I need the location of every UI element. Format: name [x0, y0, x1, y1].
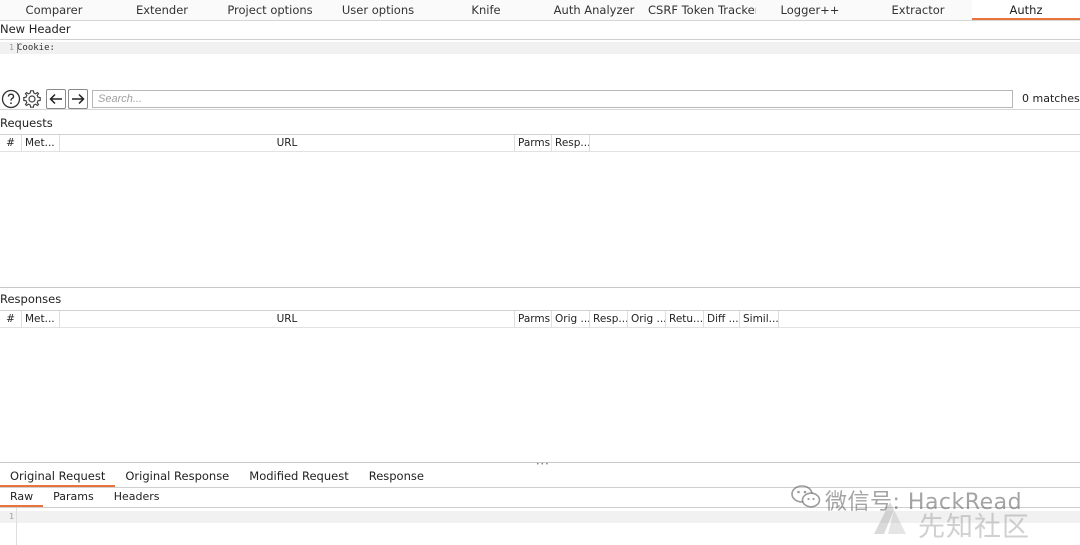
tab-comparer[interactable]: Comparer	[0, 0, 108, 20]
tab-extractor[interactable]: Extractor	[864, 0, 972, 20]
column-header-index[interactable]: #	[0, 311, 22, 328]
tab-original-response[interactable]: Original Response	[115, 467, 239, 487]
tab-user-options[interactable]: User options	[324, 0, 432, 20]
tab-csrf-token-tracker[interactable]: CSRF Token Tracker	[648, 0, 756, 20]
message-tab-bar: Original Request Original Response Modif…	[0, 467, 434, 487]
header-editor[interactable]: 1 Cookie:	[0, 39, 1080, 87]
column-header-method[interactable]: Met...	[22, 135, 60, 152]
column-header-diff[interactable]: Diff ...	[704, 311, 740, 328]
tab-response[interactable]: Response	[359, 467, 434, 487]
text-caret	[17, 43, 18, 53]
watermark-xianzhi: 先知社区	[918, 512, 1030, 543]
tab-raw[interactable]: Raw	[0, 488, 44, 507]
column-header-return[interactable]: Retu...	[666, 311, 704, 328]
column-header-parms[interactable]: Parms	[515, 311, 552, 328]
requests-title: Requests	[0, 116, 53, 130]
responses-title: Responses	[0, 292, 62, 306]
requests-table-header: # Met... URL Parms Resp...	[0, 134, 1080, 152]
column-header-original-length[interactable]: Orig ...	[628, 311, 666, 328]
column-header-parms[interactable]: Parms	[515, 135, 552, 152]
tab-auth-analyzer[interactable]: Auth Analyzer	[540, 0, 648, 20]
tab-extender[interactable]: Extender	[108, 0, 216, 20]
wechat-logo-icon	[790, 484, 822, 513]
tab-logger[interactable]: Logger++	[756, 0, 864, 20]
new-header-title: New Header	[0, 22, 71, 36]
column-header-method[interactable]: Met...	[22, 311, 60, 328]
tab-params[interactable]: Params	[43, 488, 104, 507]
responses-table-body[interactable]	[0, 329, 1080, 462]
help-icon	[1, 89, 21, 109]
column-header-url[interactable]: URL	[60, 135, 515, 152]
column-header-original-response[interactable]: Orig ...	[552, 311, 590, 328]
previous-match-button[interactable]	[46, 89, 66, 109]
column-header-response[interactable]: Resp...	[590, 311, 628, 328]
tab-authz[interactable]: Authz	[972, 0, 1080, 20]
responses-table-header: # Met... URL Parms Orig ... Resp... Orig…	[0, 310, 1080, 328]
line-number: 1	[9, 512, 14, 521]
column-header-index[interactable]: #	[0, 135, 22, 152]
top-tab-bar: Comparer Extender Project options User o…	[0, 0, 1080, 21]
column-header-similarity[interactable]: Simil...	[740, 311, 779, 328]
tab-headers[interactable]: Headers	[104, 488, 170, 507]
match-count: 0 matches	[1022, 92, 1080, 105]
split-divider[interactable]	[0, 287, 1080, 288]
tab-modified-request[interactable]: Modified Request	[239, 467, 358, 487]
requests-table-body[interactable]	[0, 153, 1080, 286]
settings-button[interactable]	[22, 89, 42, 109]
column-header-url[interactable]: URL	[60, 311, 515, 328]
arrow-right-icon	[72, 93, 85, 105]
header-code-text[interactable]: Cookie:	[17, 42, 55, 54]
help-button[interactable]	[1, 89, 21, 109]
arrow-left-icon	[49, 93, 62, 105]
tab-knife[interactable]: Knife	[432, 0, 540, 20]
column-header-response[interactable]: Resp...	[552, 135, 590, 152]
next-match-button[interactable]	[68, 89, 88, 109]
search-bar: 0 matches	[0, 88, 1080, 110]
view-tab-bar: Raw Params Headers	[0, 488, 170, 507]
search-input[interactable]	[92, 90, 1013, 108]
gutter-separator	[16, 508, 17, 545]
splitter-grip-icon[interactable]: •••	[536, 462, 549, 468]
editor-line: 1 Cookie:	[0, 42, 1080, 54]
line-number: 1	[9, 43, 14, 52]
tab-project-options[interactable]: Project options	[216, 0, 324, 20]
settings-gear-icon	[23, 90, 41, 108]
xianzhi-logo-icon	[870, 496, 910, 539]
tab-original-request[interactable]: Original Request	[0, 467, 116, 487]
